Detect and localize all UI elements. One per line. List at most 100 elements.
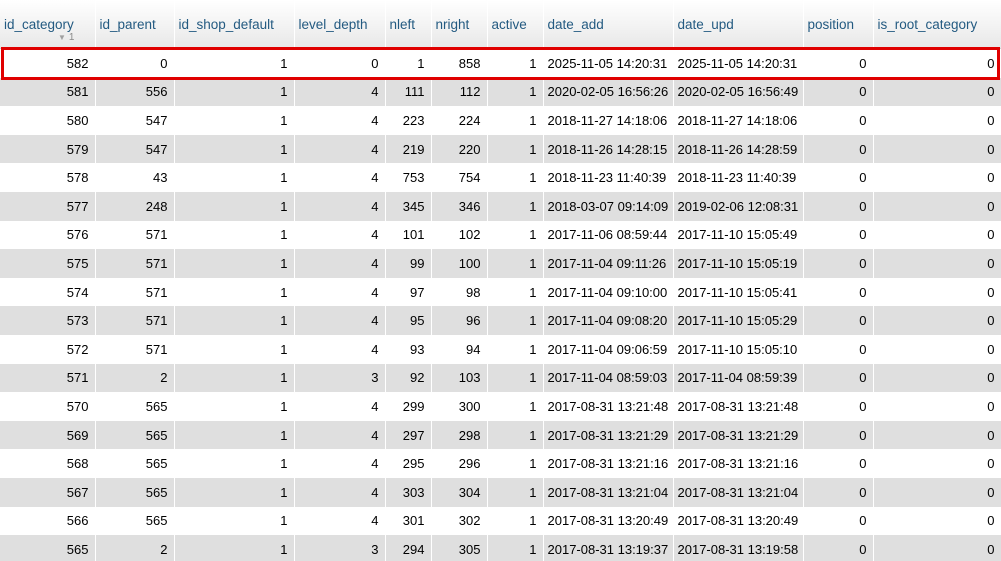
table-cell[interactable]: 4 [294, 277, 386, 307]
table-cell[interactable]: 0 [803, 392, 874, 421]
table-cell[interactable]: 0 [873, 506, 1001, 536]
table-cell[interactable]: 220 [431, 134, 488, 164]
table-row[interactable]: 579 547 1 4 219 220 1 2018-11-26 14:28:15 2018-1… [0, 134, 1001, 164]
table-cell[interactable]: 98 [431, 277, 488, 307]
table-row[interactable]: 570 565 1 4 299 300 1 2017-08-31 13:21:48 2017-0… [0, 392, 1001, 421]
column-header-date-upd[interactable]: date_upd [673, 0, 804, 49]
table-cell[interactable]: 754 [431, 163, 488, 192]
table-cell[interactable]: 571 [95, 249, 175, 278]
table-cell[interactable]: 297 [385, 420, 432, 450]
table-cell[interactable]: 0 [873, 477, 1001, 507]
table-cell[interactable]: 0 [803, 363, 874, 393]
table-cell[interactable]: 2017-08-31 13:21:04 [543, 477, 674, 507]
table-cell[interactable]: 0 [873, 249, 1001, 278]
table-cell[interactable]: 346 [431, 191, 488, 221]
column-header-label[interactable]: level_depth [299, 17, 368, 32]
table-cell[interactable]: 111 [385, 77, 432, 107]
table-cell[interactable]: 43 [95, 163, 175, 192]
table-cell[interactable]: 1 [487, 77, 544, 107]
table-cell[interactable]: 2017-11-04 09:10:00 [543, 277, 674, 307]
table-cell[interactable]: 2018-11-27 14:18:06 [673, 106, 804, 135]
table-cell[interactable]: 0 [294, 48, 386, 78]
table-row[interactable]: 568 565 1 4 295 296 1 2017-08-31 13:21:16 2017-0… [0, 449, 1001, 478]
table-cell[interactable]: 0 [803, 449, 874, 478]
table-cell[interactable]: 1 [174, 48, 295, 78]
table-cell[interactable]: 93 [385, 334, 432, 364]
column-header-label[interactable]: id_shop_default [179, 17, 274, 32]
table-cell[interactable]: 1 [174, 106, 295, 135]
table-cell[interactable]: 0 [873, 392, 1001, 421]
table-cell[interactable]: 565 [95, 477, 175, 507]
table-cell[interactable]: 0 [803, 477, 874, 507]
table-cell[interactable]: 1 [174, 420, 295, 450]
table-cell[interactable]: 2017-08-31 13:19:58 [673, 535, 804, 561]
table-cell[interactable]: 579 [0, 134, 96, 164]
table-cell[interactable]: 92 [385, 363, 432, 393]
table-cell[interactable]: 224 [431, 106, 488, 135]
table-cell[interactable]: 3 [294, 535, 386, 561]
column-header-level-depth[interactable]: level_depth [294, 0, 386, 49]
table-cell[interactable]: 1 [385, 48, 432, 78]
table-cell[interactable]: 580 [0, 106, 96, 135]
table-cell[interactable]: 2017-11-04 08:59:39 [673, 363, 804, 393]
table-cell[interactable]: 0 [803, 163, 874, 192]
table-cell[interactable]: 753 [385, 163, 432, 192]
table-cell[interactable]: 571 [95, 220, 175, 250]
table-cell[interactable]: 4 [294, 220, 386, 250]
column-header-label[interactable]: date_upd [678, 17, 734, 32]
table-cell[interactable]: 569 [0, 420, 96, 450]
table-cell[interactable]: 299 [385, 392, 432, 421]
table-cell[interactable]: 4 [294, 306, 386, 335]
table-cell[interactable]: 2017-08-31 13:21:04 [673, 477, 804, 507]
table-cell[interactable]: 0 [803, 220, 874, 250]
table-cell[interactable]: 2018-11-23 11:40:39 [673, 163, 804, 192]
column-header-label[interactable]: position [808, 17, 855, 32]
table-cell[interactable]: 295 [385, 449, 432, 478]
table-cell[interactable]: 294 [385, 535, 432, 561]
table-cell[interactable]: 2018-11-27 14:18:06 [543, 106, 674, 135]
table-cell[interactable]: 1 [487, 220, 544, 250]
table-cell[interactable]: 547 [95, 106, 175, 135]
table-cell[interactable]: 1 [487, 506, 544, 536]
table-cell[interactable]: 575 [0, 249, 96, 278]
table-cell[interactable]: 2017-08-31 13:21:16 [543, 449, 674, 478]
column-header-nleft[interactable]: nleft [385, 0, 432, 49]
table-cell[interactable]: 300 [431, 392, 488, 421]
table-cell[interactable]: 305 [431, 535, 488, 561]
column-header-label[interactable]: nright [436, 17, 470, 32]
table-cell[interactable]: 2020-02-05 16:56:26 [543, 77, 674, 107]
table-cell[interactable]: 0 [873, 535, 1001, 561]
column-header-label[interactable]: nleft [390, 17, 416, 32]
table-cell[interactable]: 304 [431, 477, 488, 507]
table-row[interactable]: 582 0 1 0 1 858 1 2025-11-05 14:20:31 2025-11-05… [0, 48, 1001, 78]
table-cell[interactable]: 2017-08-31 13:20:49 [543, 506, 674, 536]
table-cell[interactable]: 301 [385, 506, 432, 536]
table-cell[interactable]: 1 [487, 134, 544, 164]
table-cell[interactable]: 219 [385, 134, 432, 164]
table-cell[interactable]: 556 [95, 77, 175, 107]
table-cell[interactable]: 1 [174, 220, 295, 250]
table-cell[interactable]: 2 [95, 363, 175, 393]
table-cell[interactable]: 4 [294, 106, 386, 135]
table-row[interactable]: 569 565 1 4 297 298 1 2017-08-31 13:21:29 2017-0… [0, 420, 1001, 450]
table-cell[interactable]: 97 [385, 277, 432, 307]
table-row[interactable]: 571 2 1 3 92 103 1 2017-11-04 08:59:03 2017-11-0… [0, 363, 1001, 393]
table-cell[interactable]: 0 [803, 48, 874, 78]
table-cell[interactable]: 2017-08-31 13:19:37 [543, 535, 674, 561]
table-cell[interactable]: 0 [803, 191, 874, 221]
table-cell[interactable]: 1 [487, 277, 544, 307]
table-cell[interactable]: 4 [294, 477, 386, 507]
table-cell[interactable]: 4 [294, 77, 386, 107]
table-cell[interactable]: 2017-11-10 15:05:10 [673, 334, 804, 364]
table-cell[interactable]: 2017-11-06 08:59:44 [543, 220, 674, 250]
table-cell[interactable]: 4 [294, 392, 386, 421]
table-cell[interactable]: 1 [487, 535, 544, 561]
table-cell[interactable]: 1 [174, 163, 295, 192]
column-header-id-category[interactable]: id_category ▼ 1 [0, 0, 96, 49]
table-cell[interactable]: 3 [294, 363, 386, 393]
table-row[interactable]: 578 43 1 4 753 754 1 2018-11-23 11:40:39 2018-11… [0, 163, 1001, 192]
table-cell[interactable]: 0 [803, 334, 874, 364]
table-cell[interactable]: 2018-11-26 14:28:15 [543, 134, 674, 164]
table-cell[interactable]: 1 [174, 249, 295, 278]
table-cell[interactable]: 1 [487, 363, 544, 393]
